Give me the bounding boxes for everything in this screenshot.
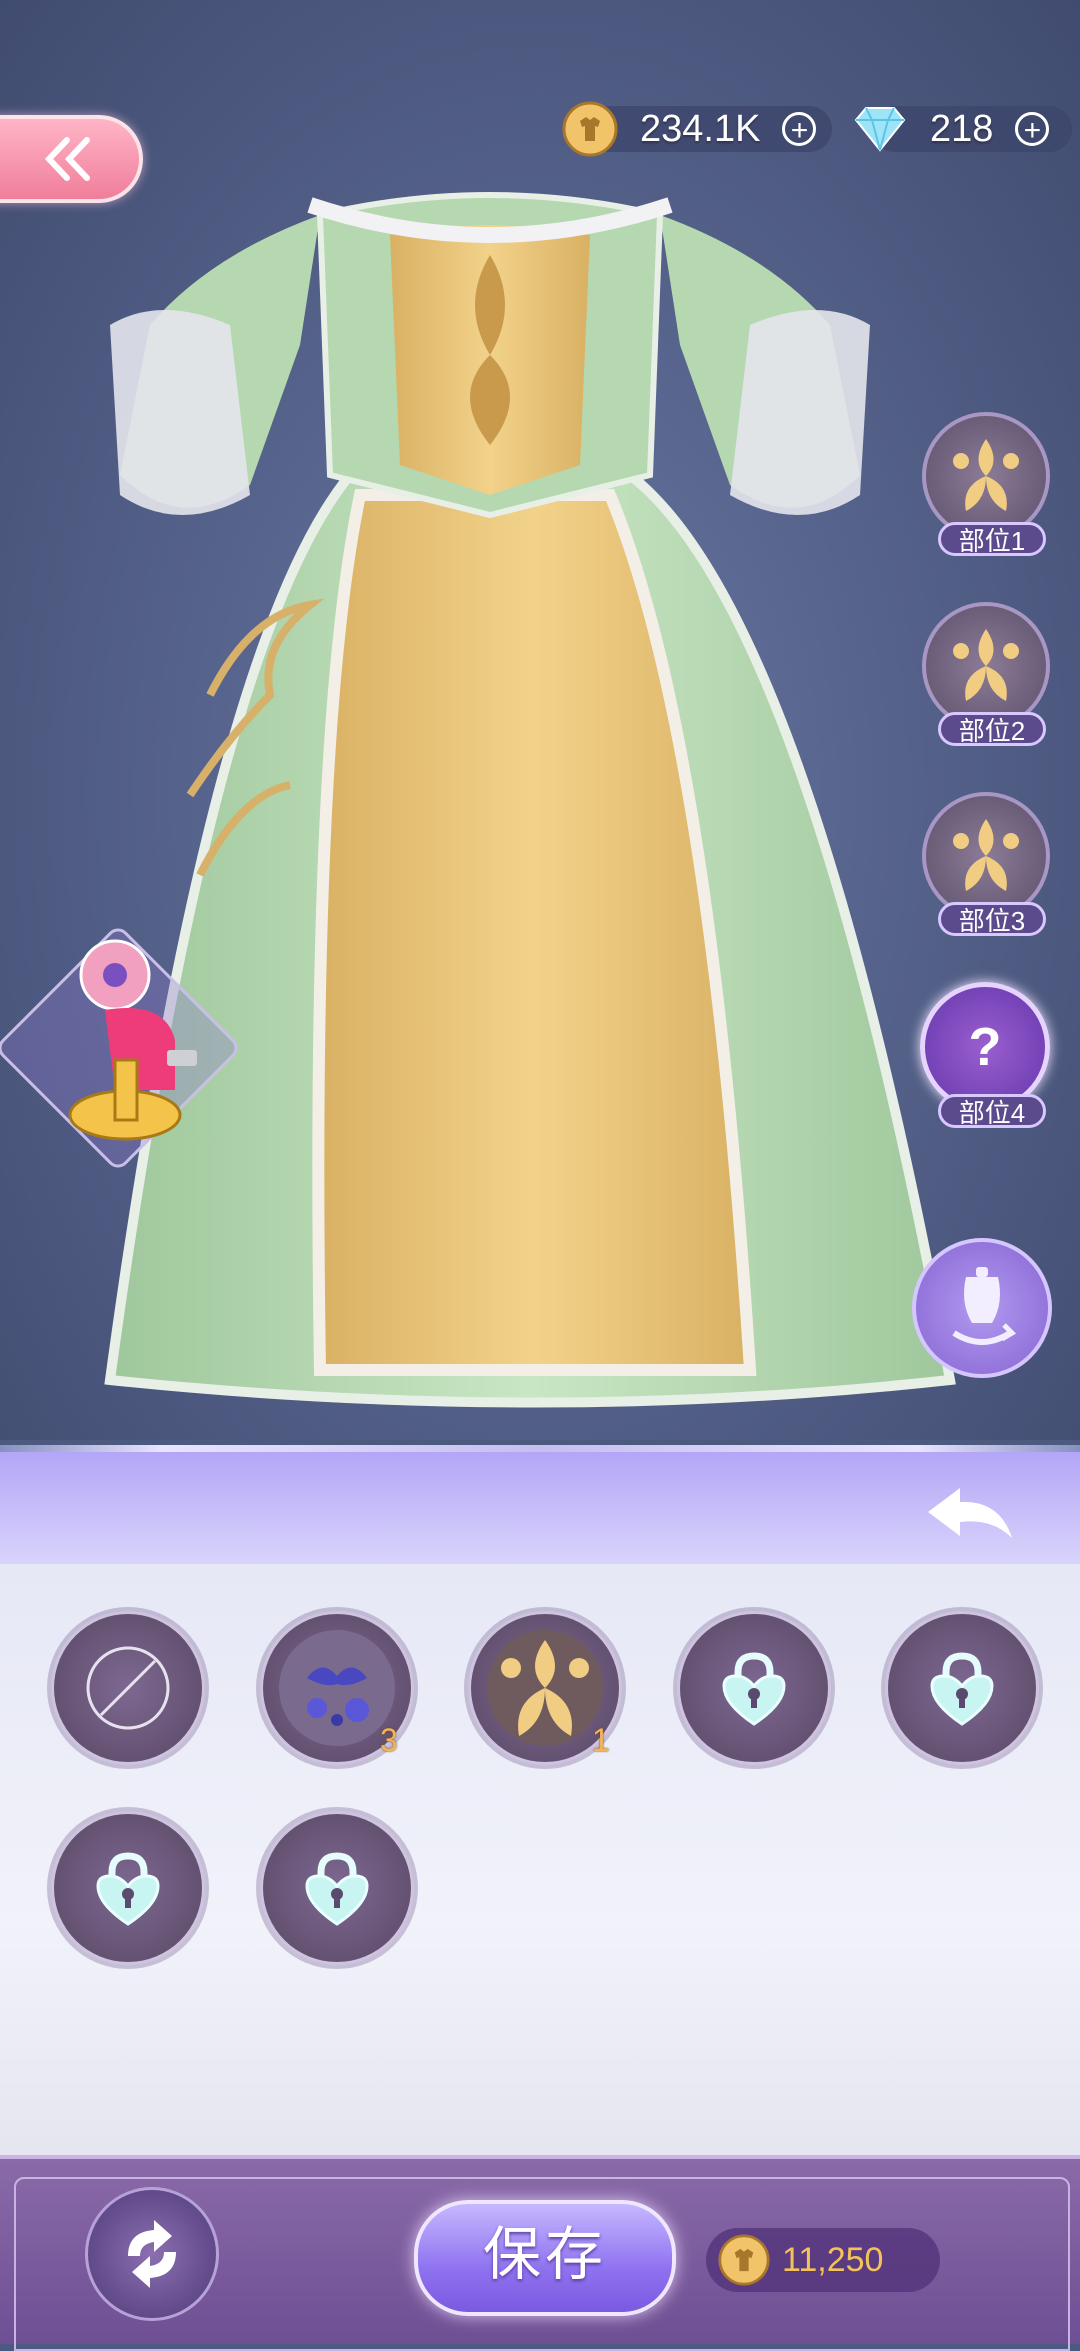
part-3-label: 部位3 <box>938 902 1046 936</box>
pattern-slot-locked[interactable] <box>54 1814 202 1962</box>
part-4-label: 部位4 <box>938 1094 1046 1128</box>
pattern-slot-locked[interactable] <box>263 1814 411 1962</box>
panel-header <box>0 1452 1080 1564</box>
lock-icon <box>930 1652 994 1726</box>
none-icon <box>86 1646 170 1730</box>
diamond-counter: 218 + <box>852 100 1072 158</box>
pattern-slot-none[interactable] <box>54 1614 202 1762</box>
mannequin-icon <box>952 1267 1017 1345</box>
swap-button[interactable] <box>85 2187 219 2321</box>
lock-icon <box>305 1852 369 1926</box>
dress-preview <box>104 192 956 1408</box>
pattern-slot-locked[interactable] <box>680 1614 828 1762</box>
coin-counter: 234.1K + <box>562 100 832 158</box>
diamond-amount: 218 <box>930 107 994 150</box>
lock-icon <box>96 1852 160 1926</box>
mannequin-rotate-button[interactable] <box>912 1238 1052 1378</box>
lock-icon <box>722 1652 786 1726</box>
refresh-icon <box>128 2220 176 2288</box>
question-mark-icon: ? <box>968 1017 1002 1077</box>
part-1-thumb[interactable] <box>922 412 1050 540</box>
part-3-thumb[interactable] <box>922 792 1050 920</box>
cost-amount: 11,250 <box>782 2240 884 2279</box>
diamond-icon <box>854 107 906 152</box>
coin-icon <box>562 101 618 157</box>
part-4-thumb[interactable]: ? <box>920 982 1050 1112</box>
gold-damask-pattern-icon <box>953 819 1019 891</box>
coin-amount: 234.1K <box>640 107 761 150</box>
slot-count: 3 <box>380 1722 398 1758</box>
coin-icon <box>718 2234 770 2286</box>
part-2-thumb[interactable] <box>922 602 1050 730</box>
sewing-machine-icon[interactable] <box>55 930 205 1160</box>
gold-damask-pattern-icon <box>953 629 1019 701</box>
save-button[interactable]: 保存 <box>414 2200 676 2316</box>
double-chevron-left-icon <box>44 137 90 181</box>
part-1-label: 部位1 <box>938 522 1046 556</box>
pattern-slot-locked[interactable] <box>888 1614 1036 1762</box>
gold-damask-pattern-icon <box>953 439 1019 511</box>
save-cost: 11,250 <box>706 2228 940 2292</box>
undo-button[interactable] <box>920 1478 1020 1548</box>
gold-damask-pattern-icon <box>487 1630 603 1746</box>
part-2-label: 部位2 <box>938 712 1046 746</box>
slot-count: 1 <box>592 1722 610 1758</box>
blue-floral-pattern-icon <box>279 1630 395 1746</box>
